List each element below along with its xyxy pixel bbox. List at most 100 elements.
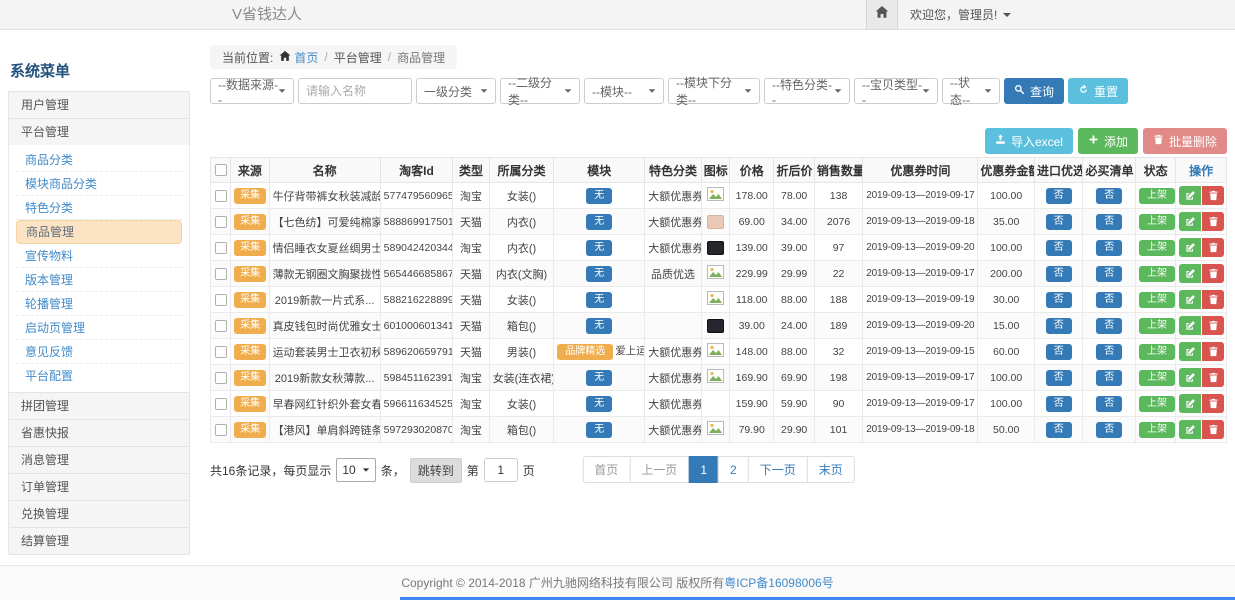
sidebar-item-用户管理[interactable]: 用户管理 — [8, 91, 190, 119]
page-number-input[interactable] — [484, 458, 518, 482]
page-button-下一页[interactable]: 下一页 — [748, 456, 808, 483]
must-buy-toggle[interactable]: 否 — [1096, 370, 1122, 386]
reset-button[interactable]: 重置 — [1068, 78, 1128, 104]
status-badge[interactable]: 上架 — [1139, 188, 1175, 204]
delete-button[interactable] — [1202, 186, 1224, 205]
must-buy-toggle[interactable]: 否 — [1096, 188, 1122, 204]
sidebar-item-结算管理[interactable]: 结算管理 — [8, 527, 190, 555]
status-badge[interactable]: 上架 — [1139, 422, 1175, 438]
filter-select-二级分类[interactable]: --二级分类-- — [500, 78, 580, 104]
delete-button[interactable] — [1202, 394, 1224, 413]
edit-button[interactable] — [1179, 212, 1201, 231]
row-checkbox[interactable] — [215, 424, 227, 436]
filter-select-宝贝类型[interactable]: --宝贝类型-- — [854, 78, 938, 104]
edit-button[interactable] — [1179, 368, 1201, 387]
page-button-上一页[interactable]: 上一页 — [629, 456, 689, 483]
sidebar-item-拼团管理[interactable]: 拼团管理 — [8, 392, 190, 420]
delete-button[interactable] — [1202, 368, 1224, 387]
delete-button[interactable] — [1202, 316, 1224, 335]
delete-button[interactable] — [1202, 238, 1224, 257]
must-buy-toggle[interactable]: 否 — [1096, 292, 1122, 308]
sidebar-subitem-特色分类[interactable]: 特色分类 — [16, 196, 182, 220]
page-button-2[interactable]: 2 — [718, 456, 749, 483]
breadcrumb-home-link[interactable]: 首页 — [279, 49, 318, 66]
must-buy-toggle[interactable]: 否 — [1096, 318, 1122, 334]
sidebar-subitem-商品分类[interactable]: 商品分类 — [16, 148, 182, 172]
sidebar-item-订单管理[interactable]: 订单管理 — [8, 473, 190, 501]
import-optional-toggle[interactable]: 否 — [1046, 292, 1072, 308]
data-source-select[interactable]: --数据来源-- — [210, 78, 294, 104]
user-menu[interactable]: 欢迎您，管理员! — [898, 0, 1023, 29]
jump-button[interactable]: 跳转到 — [410, 458, 462, 483]
icp-link[interactable]: 粤ICP备16098006号 — [724, 576, 833, 590]
edit-button[interactable] — [1179, 316, 1201, 335]
sidebar-item-消息管理[interactable]: 消息管理 — [8, 446, 190, 474]
sidebar-subitem-启动页管理[interactable]: 启动页管理 — [16, 316, 182, 340]
row-checkbox[interactable] — [215, 294, 227, 306]
import-optional-toggle[interactable]: 否 — [1046, 396, 1072, 412]
sidebar-subitem-意见反馈[interactable]: 意见反馈 — [16, 340, 182, 364]
delete-button[interactable] — [1202, 212, 1224, 231]
batch-delete-button[interactable]: 批量删除 — [1143, 128, 1227, 154]
per-page-select[interactable]: 10 — [336, 458, 375, 482]
status-badge[interactable]: 上架 — [1139, 240, 1175, 256]
must-buy-toggle[interactable]: 否 — [1096, 214, 1122, 230]
sidebar-subitem-商品管理[interactable]: 商品管理 — [16, 220, 182, 244]
edit-button[interactable] — [1179, 238, 1201, 257]
row-checkbox[interactable] — [215, 320, 227, 332]
status-badge[interactable]: 上架 — [1139, 292, 1175, 308]
row-checkbox[interactable] — [215, 216, 227, 228]
row-checkbox[interactable] — [215, 398, 227, 410]
sidebar-item-平台管理[interactable]: 平台管理 — [8, 118, 190, 146]
sidebar-subitem-宣传物料[interactable]: 宣传物料 — [16, 244, 182, 268]
row-checkbox[interactable] — [215, 268, 227, 280]
filter-select-特色分类[interactable]: --特色分类-- — [764, 78, 850, 104]
sidebar-item-兑换管理[interactable]: 兑换管理 — [8, 500, 190, 528]
filter-select-状态[interactable]: --状态-- — [942, 78, 1000, 104]
status-badge[interactable]: 上架 — [1139, 396, 1175, 412]
edit-button[interactable] — [1179, 342, 1201, 361]
page-button-首页[interactable]: 首页 — [582, 456, 630, 483]
import-optional-toggle[interactable]: 否 — [1046, 214, 1072, 230]
search-button[interactable]: 查询 — [1004, 78, 1064, 104]
filter-select-模块[interactable]: --模块-- — [584, 78, 664, 104]
import-optional-toggle[interactable]: 否 — [1046, 344, 1072, 360]
status-badge[interactable]: 上架 — [1139, 318, 1175, 334]
must-buy-toggle[interactable]: 否 — [1096, 266, 1122, 282]
delete-button[interactable] — [1202, 420, 1224, 439]
sidebar-item-省惠快报[interactable]: 省惠快报 — [8, 419, 190, 447]
status-badge[interactable]: 上架 — [1139, 214, 1175, 230]
must-buy-toggle[interactable]: 否 — [1096, 396, 1122, 412]
add-button[interactable]: 添加 — [1078, 128, 1138, 154]
header-home-button[interactable] — [866, 0, 898, 29]
edit-button[interactable] — [1179, 264, 1201, 283]
delete-button[interactable] — [1202, 290, 1224, 309]
import-optional-toggle[interactable]: 否 — [1046, 240, 1072, 256]
select-all-checkbox[interactable] — [215, 164, 227, 176]
import-optional-toggle[interactable]: 否 — [1046, 422, 1072, 438]
name-search-input[interactable] — [298, 78, 412, 104]
page-button-末页[interactable]: 末页 — [807, 456, 855, 483]
status-badge[interactable]: 上架 — [1139, 370, 1175, 386]
status-badge[interactable]: 上架 — [1139, 344, 1175, 360]
filter-select-模块下分类[interactable]: --模块下分类-- — [668, 78, 760, 104]
import-optional-toggle[interactable]: 否 — [1046, 188, 1072, 204]
filter-select-一级分类[interactable]: 一级分类 — [416, 78, 496, 104]
edit-button[interactable] — [1179, 420, 1201, 439]
edit-button[interactable] — [1179, 186, 1201, 205]
row-checkbox[interactable] — [215, 190, 227, 202]
edit-button[interactable] — [1179, 290, 1201, 309]
row-checkbox[interactable] — [215, 346, 227, 358]
must-buy-toggle[interactable]: 否 — [1096, 240, 1122, 256]
import-optional-toggle[interactable]: 否 — [1046, 370, 1072, 386]
import-optional-toggle[interactable]: 否 — [1046, 266, 1072, 282]
page-button-1[interactable]: 1 — [688, 456, 719, 483]
import-excel-button[interactable]: 导入excel — [985, 128, 1073, 154]
must-buy-toggle[interactable]: 否 — [1096, 422, 1122, 438]
must-buy-toggle[interactable]: 否 — [1096, 344, 1122, 360]
import-optional-toggle[interactable]: 否 — [1046, 318, 1072, 334]
sidebar-subitem-模块商品分类[interactable]: 模块商品分类 — [16, 172, 182, 196]
sidebar-subitem-轮播管理[interactable]: 轮播管理 — [16, 292, 182, 316]
sidebar-subitem-平台配置[interactable]: 平台配置 — [16, 364, 182, 388]
delete-button[interactable] — [1202, 264, 1224, 283]
